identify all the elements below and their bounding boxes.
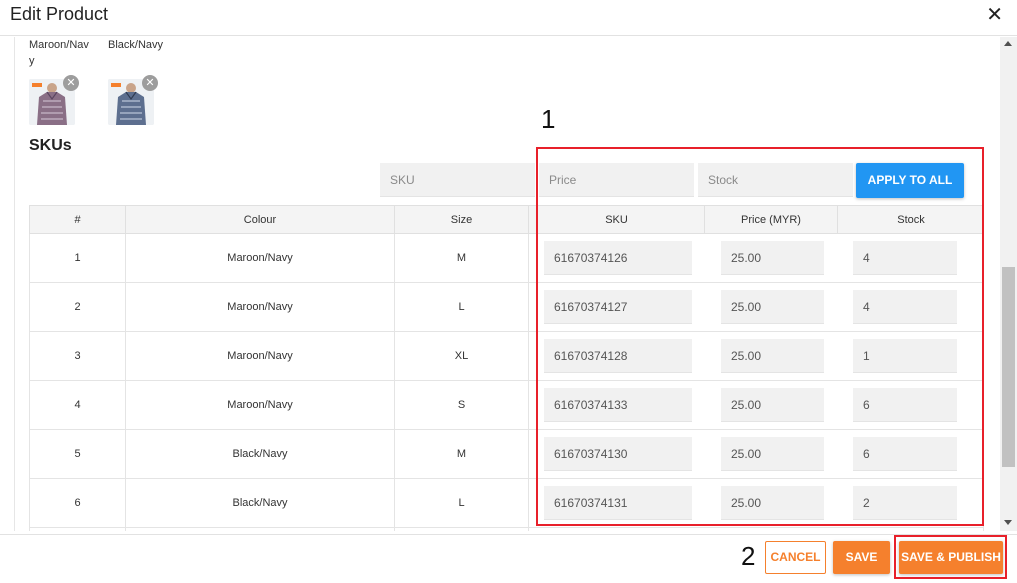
stock-input[interactable]: 6 [853,388,957,422]
dialog-title: Edit Product [10,4,109,24]
stock-input[interactable]: 1 [853,339,957,373]
table-row: 6 Black/Navy L 61670374131 25.00 2 [29,479,984,528]
price-input[interactable]: 25.00 [721,486,824,520]
dialog-content: Maroon/Navy ✕ Black/Navy ✕ SKUs SKU Pric… [14,37,1000,531]
apply-stock-input[interactable] [698,163,853,197]
row-number: 3 [30,332,126,380]
dialog-header: Edit Product ✕ [0,0,1017,36]
sku-input[interactable]: 61670374127 [544,290,692,324]
row-number: 1 [30,234,126,282]
price-input[interactable]: 25.00 [721,241,824,275]
close-icon[interactable]: ✕ [986,2,1003,27]
row-number: 5 [30,430,126,478]
price-input[interactable]: 25.00 [721,388,824,422]
skus-heading: SKUs [29,137,72,154]
cancel-button[interactable]: CANCEL [765,541,826,574]
row-size: M [395,430,529,478]
sku-input[interactable]: 61670374131 [544,486,692,520]
stock-input[interactable]: 2 [853,486,957,520]
stock-input[interactable]: 4 [853,241,957,275]
row-colour: Maroon/Navy [126,381,395,429]
stock-input[interactable]: 4 [853,290,957,324]
variant-name: Maroon/Navy [29,39,89,67]
sku-input[interactable]: 61670374126 [544,241,692,275]
row-number: 6 [30,479,126,527]
sku-input[interactable]: 61670374133 [544,388,692,422]
apply-price-input[interactable] [539,163,694,197]
sku-input[interactable]: 61670374128 [544,339,692,373]
row-number: 2 [30,283,126,331]
column-header: Price (MYR) [705,206,838,234]
table-row: 4 Maroon/Navy S 61670374133 25.00 6 [29,381,984,430]
row-cell-empty [126,528,395,531]
scroll-up-arrow-icon[interactable] [1004,41,1012,46]
save-button[interactable]: SAVE [833,541,890,574]
row-colour: Black/Navy [126,430,395,478]
row-cell-empty [395,528,529,531]
row-colour: Maroon/Navy [126,283,395,331]
row-number: 4 [30,381,126,429]
apply-sku-input[interactable] [380,163,535,197]
row-size: L [395,479,529,527]
row-colour: Maroon/Navy [126,332,395,380]
table-row: 1 Maroon/Navy M 61670374126 25.00 4 [29,234,984,283]
column-header: Size [395,206,529,234]
row-size: L [395,283,529,331]
annotation-marker-1: 1 [541,104,556,134]
scroll-thumb[interactable] [1002,267,1015,467]
save-and-publish-button[interactable]: SAVE & PUBLISH [899,541,1003,574]
table-row-partial [29,528,984,531]
table-row: 3 Maroon/Navy XL 61670374128 25.00 1 [29,332,984,381]
row-size: XL [395,332,529,380]
scroll-down-arrow-icon[interactable] [1004,520,1012,525]
table-header: # Colour Size SKU Price (MYR) Stock [29,205,984,234]
annotation-marker-2: 2 [741,541,756,571]
variant-item: Black/Navy ✕ [108,37,170,125]
table-row: 5 Black/Navy M 61670374130 25.00 6 [29,430,984,479]
remove-variant-icon[interactable]: ✕ [142,75,158,91]
variant-name: Black/Navy [108,39,164,51]
row-colour: Maroon/Navy [126,234,395,282]
price-input[interactable]: 25.00 [721,339,824,373]
column-header: # [30,206,126,234]
remove-variant-icon[interactable]: ✕ [63,75,79,91]
row-colour: Black/Navy [126,479,395,527]
apply-to-all-button[interactable]: APPLY TO ALL [856,163,964,198]
vertical-scrollbar[interactable] [1000,37,1017,531]
price-input[interactable]: 25.00 [721,437,824,471]
row-size: M [395,234,529,282]
variant-item: Maroon/Navy ✕ [29,37,91,125]
column-header: SKU [529,206,705,234]
price-input[interactable]: 25.00 [721,290,824,324]
column-header: Colour [126,206,395,234]
row-size: S [395,381,529,429]
table-row: 2 Maroon/Navy L 61670374127 25.00 4 [29,283,984,332]
column-header: Stock [897,214,925,226]
stock-input[interactable]: 6 [853,437,957,471]
sku-input[interactable]: 61670374130 [544,437,692,471]
row-cell-empty [30,528,126,531]
